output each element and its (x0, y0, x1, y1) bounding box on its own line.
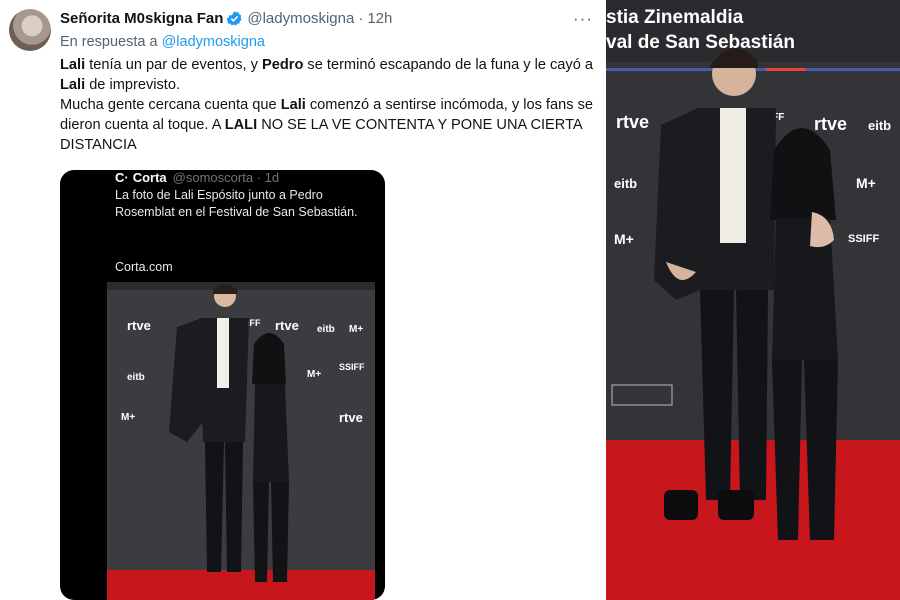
quoted-text: La foto de Lali Espósito junto a Pedro R… (115, 188, 358, 219)
logo-text: eitb (868, 118, 891, 133)
verified-badge-icon (226, 11, 242, 26)
logo-text: rtve (275, 318, 299, 333)
quoted-photo: rtve SSIFF rtve eitb M+ eitb M+ SSIFF M+… (107, 282, 375, 600)
logo-text: M+ (349, 324, 363, 335)
text-span: Mucha gente cercana cuenta que (60, 97, 281, 113)
text-span: de imprevisto. (85, 77, 181, 93)
more-options-icon[interactable]: ··· (573, 9, 593, 29)
logo-text: M+ (614, 231, 634, 247)
bold-name: Lali (60, 77, 86, 93)
event-photo: stia Zinemaldia val de San Sebastián rtv… (606, 0, 900, 600)
quoted-site: Corta.com (115, 260, 173, 274)
author-name[interactable]: Señorita M0skigna Fan (60, 10, 223, 27)
text-span: se terminó escapando de la funa y le cay… (303, 57, 593, 73)
bold-name: LALI (224, 117, 258, 133)
reply-prefix: En respuesta a (60, 34, 158, 50)
tweet-card[interactable]: Señorita M0skigna Fan @ladymoskigna · 12… (0, 0, 605, 600)
logo-text: SSIFF (339, 362, 365, 372)
logo-text: SSIFF (848, 233, 879, 245)
logo-text: rtve (339, 410, 363, 425)
logo-text: rtve (814, 114, 847, 134)
logo-text: eitb (614, 176, 637, 191)
logo-text: M+ (856, 175, 876, 191)
logo-text: M+ (121, 412, 135, 423)
logo-text: eitb (127, 372, 145, 383)
bold-name: Pedro (262, 57, 304, 73)
reply-context: En respuesta a @ladymoskigna (60, 34, 265, 50)
author-handle[interactable]: @ladymoskigna (247, 10, 354, 27)
bold-name: Lali (280, 97, 306, 113)
bold-name: Lali (60, 57, 86, 73)
tweet-paragraph-2: Mucha gente cercana cuenta que Lali come… (60, 95, 600, 155)
quoted-author-name: Corta (132, 170, 167, 185)
logo-text: eitb (317, 324, 335, 335)
reply-mention-link[interactable]: @ladymoskigna (162, 34, 265, 50)
quoted-header: C· Corta @somoscorta · 1d (115, 170, 279, 185)
logo-text: rtve (127, 318, 151, 333)
logo-text: rtve (616, 112, 649, 132)
couple-photo-large: stia Zinemaldia val de San Sebastián rtv… (606, 0, 900, 600)
banner-line-2: val de San Sebastián (606, 32, 795, 53)
avatar[interactable] (9, 9, 51, 51)
banner-line-1: stia Zinemaldia (606, 7, 744, 28)
separator: · (358, 10, 364, 27)
tweet-header: Señorita M0skigna Fan @ladymoskigna · 12… (60, 10, 392, 27)
tweet-paragraph-1: Lali tenía un par de eventos, y Pedro se… (60, 55, 600, 95)
logo-text: M+ (307, 369, 321, 380)
corta-logo-icon: C· (115, 170, 129, 185)
couple-photo-small: rtve SSIFF rtve eitb M+ eitb M+ SSIFF M+… (107, 282, 375, 600)
quoted-handle: @somoscorta · 1d (172, 170, 280, 185)
text-span: tenía un par de eventos, y (85, 57, 263, 73)
tweet-text: Lali tenía un par de eventos, y Pedro se… (60, 55, 600, 155)
tweet-time[interactable]: 12h (367, 10, 392, 27)
embedded-media[interactable]: C· Corta @somoscorta · 1d La foto de Lal… (60, 170, 385, 600)
red-carpet (107, 570, 375, 600)
